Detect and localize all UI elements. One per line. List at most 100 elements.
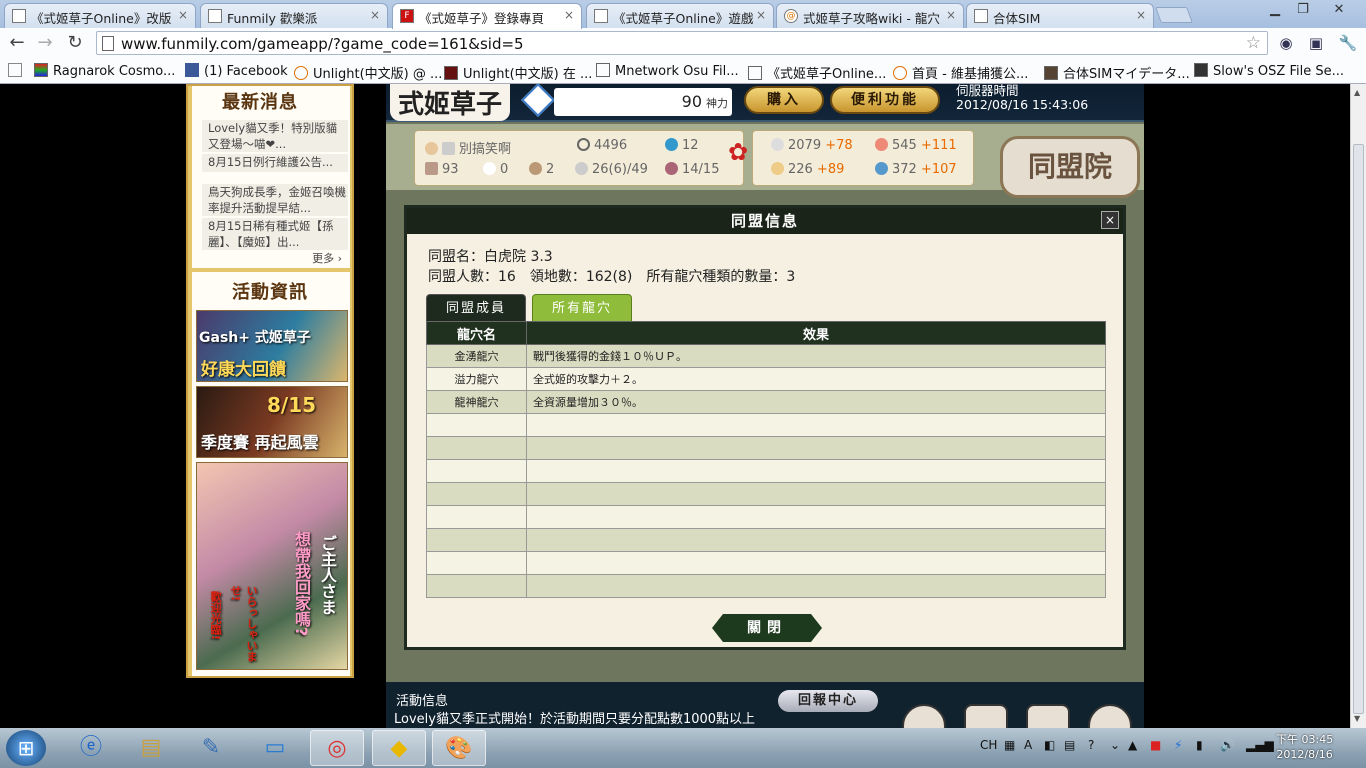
apps-icon[interactable]	[8, 63, 27, 79]
show-hidden-icons[interactable]: ▲	[1128, 738, 1137, 752]
player-name: 別搞笑啊	[425, 138, 511, 157]
help-icon[interactable]: ?	[1088, 738, 1094, 752]
game-bottom-bar: 活動信息 Lovely貓又季正式開始！於活動期間只要分配點數1000點以上 回報…	[386, 682, 1144, 728]
close-tab-icon[interactable]: ×	[178, 8, 188, 22]
tab-game[interactable]: 《式姬草子Online》遊戲 ×	[586, 3, 774, 28]
chrome-icon[interactable]: ◎	[310, 730, 364, 766]
news-item[interactable]: 鳥天狗成長季，金姬召喚機率提升活動提早結...	[202, 184, 348, 216]
app-diamond-icon[interactable]: ◆	[372, 730, 426, 766]
buy-button[interactable]: 購入	[744, 86, 824, 114]
tab-gattai-sim[interactable]: 合体SIM ×	[966, 3, 1154, 28]
tab-wiki[interactable]: @ 式姬草子攻略wiki - 龍穴 ×	[776, 3, 964, 28]
season-tournament-banner[interactable]: 8/15 季度賽 再起風雲	[196, 386, 348, 458]
convenience-button[interactable]: 便利功能	[830, 86, 940, 114]
level-stat: 93	[425, 162, 459, 177]
system-clock[interactable]: 下午 03:45 2012/8/16	[1276, 732, 1333, 762]
power-unit: 神力	[706, 97, 728, 110]
bookmark-shikihime[interactable]: 《式姬草子Online...	[748, 63, 886, 82]
ime-mode-icon[interactable]: A	[1024, 738, 1032, 752]
bookmark-unlight-1[interactable]: Unlight(中文版) @ ...	[294, 63, 442, 82]
start-button[interactable]: ⊞	[6, 730, 46, 766]
bookmark-star-icon[interactable]: ☆	[1246, 33, 1261, 53]
close-tab-icon[interactable]: ×	[756, 8, 766, 22]
tab-funmily[interactable]: Funmily 歡樂派 ×	[200, 3, 388, 28]
alliance-stats: 同盟人數：16 領地數：162(8) 所有龍穴種類的數量：3	[428, 269, 796, 285]
scroll-thumb[interactable]	[1353, 144, 1364, 714]
bookmark-slow-osz[interactable]: Slow's OSZ File Se...	[1194, 63, 1344, 79]
address-bar[interactable]: www.funmily.com/gameapp/?game_code=161&s…	[96, 31, 1268, 55]
reload-icon[interactable]: ↻	[64, 32, 86, 54]
character-promo-banner[interactable]: ご主人さま 想帶我回家嗎? いらっしゃいませ! 歡迎光臨!	[196, 462, 348, 670]
scroll-up-icon[interactable]: ▲	[1354, 88, 1360, 97]
chat-menu-icon[interactable]	[1088, 704, 1132, 728]
bookmark-facebook[interactable]: (1) Facebook	[185, 63, 288, 79]
close-tab-icon[interactable]: ×	[1136, 8, 1146, 22]
device-icon[interactable]: ▮	[1196, 738, 1203, 752]
cave-effect	[526, 551, 1106, 575]
tab-all-dragon-caves[interactable]: 所有龍穴	[532, 294, 632, 322]
close-tab-icon[interactable]: ×	[564, 8, 574, 22]
feather-icon	[529, 162, 542, 175]
page-icon	[12, 9, 26, 23]
activity-ticker[interactable]: Lovely貓又季正式開始！於活動期間只要分配點數1000點以上	[394, 708, 755, 727]
report-center-button[interactable]: 回報中心	[778, 690, 878, 712]
forward-icon[interactable]: →	[34, 32, 56, 54]
tab-shikihime-update[interactable]: 《式姬草子Online》改版 ×	[4, 3, 196, 28]
bookmark-gattai[interactable]: 合体SIMマイデータ...	[1044, 63, 1190, 82]
scroll-down-icon[interactable]: ▼	[1354, 714, 1360, 723]
minimize-button[interactable]: ▁	[1262, 2, 1288, 18]
close-dialog-button[interactable]: 關閉	[712, 614, 822, 642]
close-tab-icon[interactable]: ×	[370, 8, 380, 22]
ime-options-icon[interactable]: ⌄	[1110, 738, 1120, 752]
close-window-button[interactable]: ✕	[1326, 2, 1352, 18]
wrench-icon[interactable]: 🔧	[1338, 33, 1358, 53]
page-icon	[102, 36, 114, 51]
more-news-link[interactable]: 更多 ›	[312, 250, 342, 266]
new-tab-button[interactable]	[1155, 7, 1193, 23]
antivirus-icon[interactable]: ■	[1150, 738, 1161, 752]
tab-login-page[interactable]: F 《式姬草子》登錄專頁 ×	[392, 3, 582, 29]
mail-icon[interactable]	[442, 142, 455, 155]
at-icon	[893, 66, 907, 80]
paint-tool-icon[interactable]: ✎	[184, 730, 238, 766]
bookmark-ragnarok[interactable]: Ragnarok Cosmo...	[34, 63, 175, 79]
internet-explorer-icon[interactable]: ⓔ	[64, 730, 118, 766]
bookmark-mnetwork[interactable]: Mnetwork Osu Fil...	[596, 63, 739, 79]
card-icon	[575, 162, 588, 175]
flame-icon	[875, 138, 888, 151]
tab-alliance-members[interactable]: 同盟成員	[426, 294, 526, 322]
network-icon[interactable]: ▂▄▆	[1246, 738, 1274, 752]
power-icon[interactable]: ⚡	[1174, 738, 1182, 752]
news-item[interactable]: 8月15日例行維護公告...	[202, 154, 348, 172]
unlight-icon	[444, 66, 458, 80]
back-icon[interactable]: ←	[6, 32, 28, 54]
events-panel: 活動資訊 Gash+ 式姬草子 好康大回饋 8/15 季度賽 再起風雲 ご主人さ…	[192, 272, 350, 676]
news-item[interactable]: Lovely貓又季！特別版貓又登場～喵❤...	[202, 120, 348, 152]
paint-palette-icon[interactable]: 🎨	[432, 730, 486, 766]
table-row	[426, 482, 1106, 506]
close-icon[interactable]: ×	[1101, 211, 1119, 229]
folder-icon[interactable]: ▤	[124, 730, 178, 766]
language-indicator[interactable]: CH	[980, 738, 997, 752]
character-menu-icon[interactable]	[902, 704, 946, 728]
page-scrollbar[interactable]: ▲ ▼	[1350, 84, 1366, 728]
bookmark-wiki[interactable]: 首頁 - 維基捕獲公...	[893, 63, 1028, 82]
extension-screen-icon[interactable]: ▣	[1306, 33, 1326, 53]
volume-icon[interactable]: 🔊	[1220, 738, 1235, 752]
ime-icon[interactable]: ▦	[1004, 738, 1015, 752]
gash-promo-banner[interactable]: Gash+ 式姬草子 好康大回饋	[196, 310, 348, 382]
maximize-button[interactable]: ❐	[1290, 2, 1316, 18]
ime-pad-icon[interactable]: ▤	[1064, 738, 1075, 752]
character-menu-icon[interactable]	[964, 704, 1008, 728]
extension-eye-icon[interactable]: ◉	[1276, 33, 1296, 53]
url-text[interactable]: www.funmily.com/gameapp/?game_code=161&s…	[121, 35, 524, 53]
coin-icon	[577, 138, 590, 151]
news-item[interactable]: 8月15日稀有種式姬【孫麗】、【魔姬】出...	[202, 218, 348, 250]
computer-icon[interactable]: ▭	[248, 730, 302, 766]
item-menu-icon[interactable]	[1026, 704, 1070, 728]
bookmark-unlight-2[interactable]: Unlight(中文版) 在 ...	[444, 63, 592, 82]
cave-effect	[526, 436, 1106, 460]
table-row	[426, 505, 1106, 529]
ime-width-icon[interactable]: ◧	[1044, 738, 1055, 752]
close-tab-icon[interactable]: ×	[946, 8, 956, 22]
